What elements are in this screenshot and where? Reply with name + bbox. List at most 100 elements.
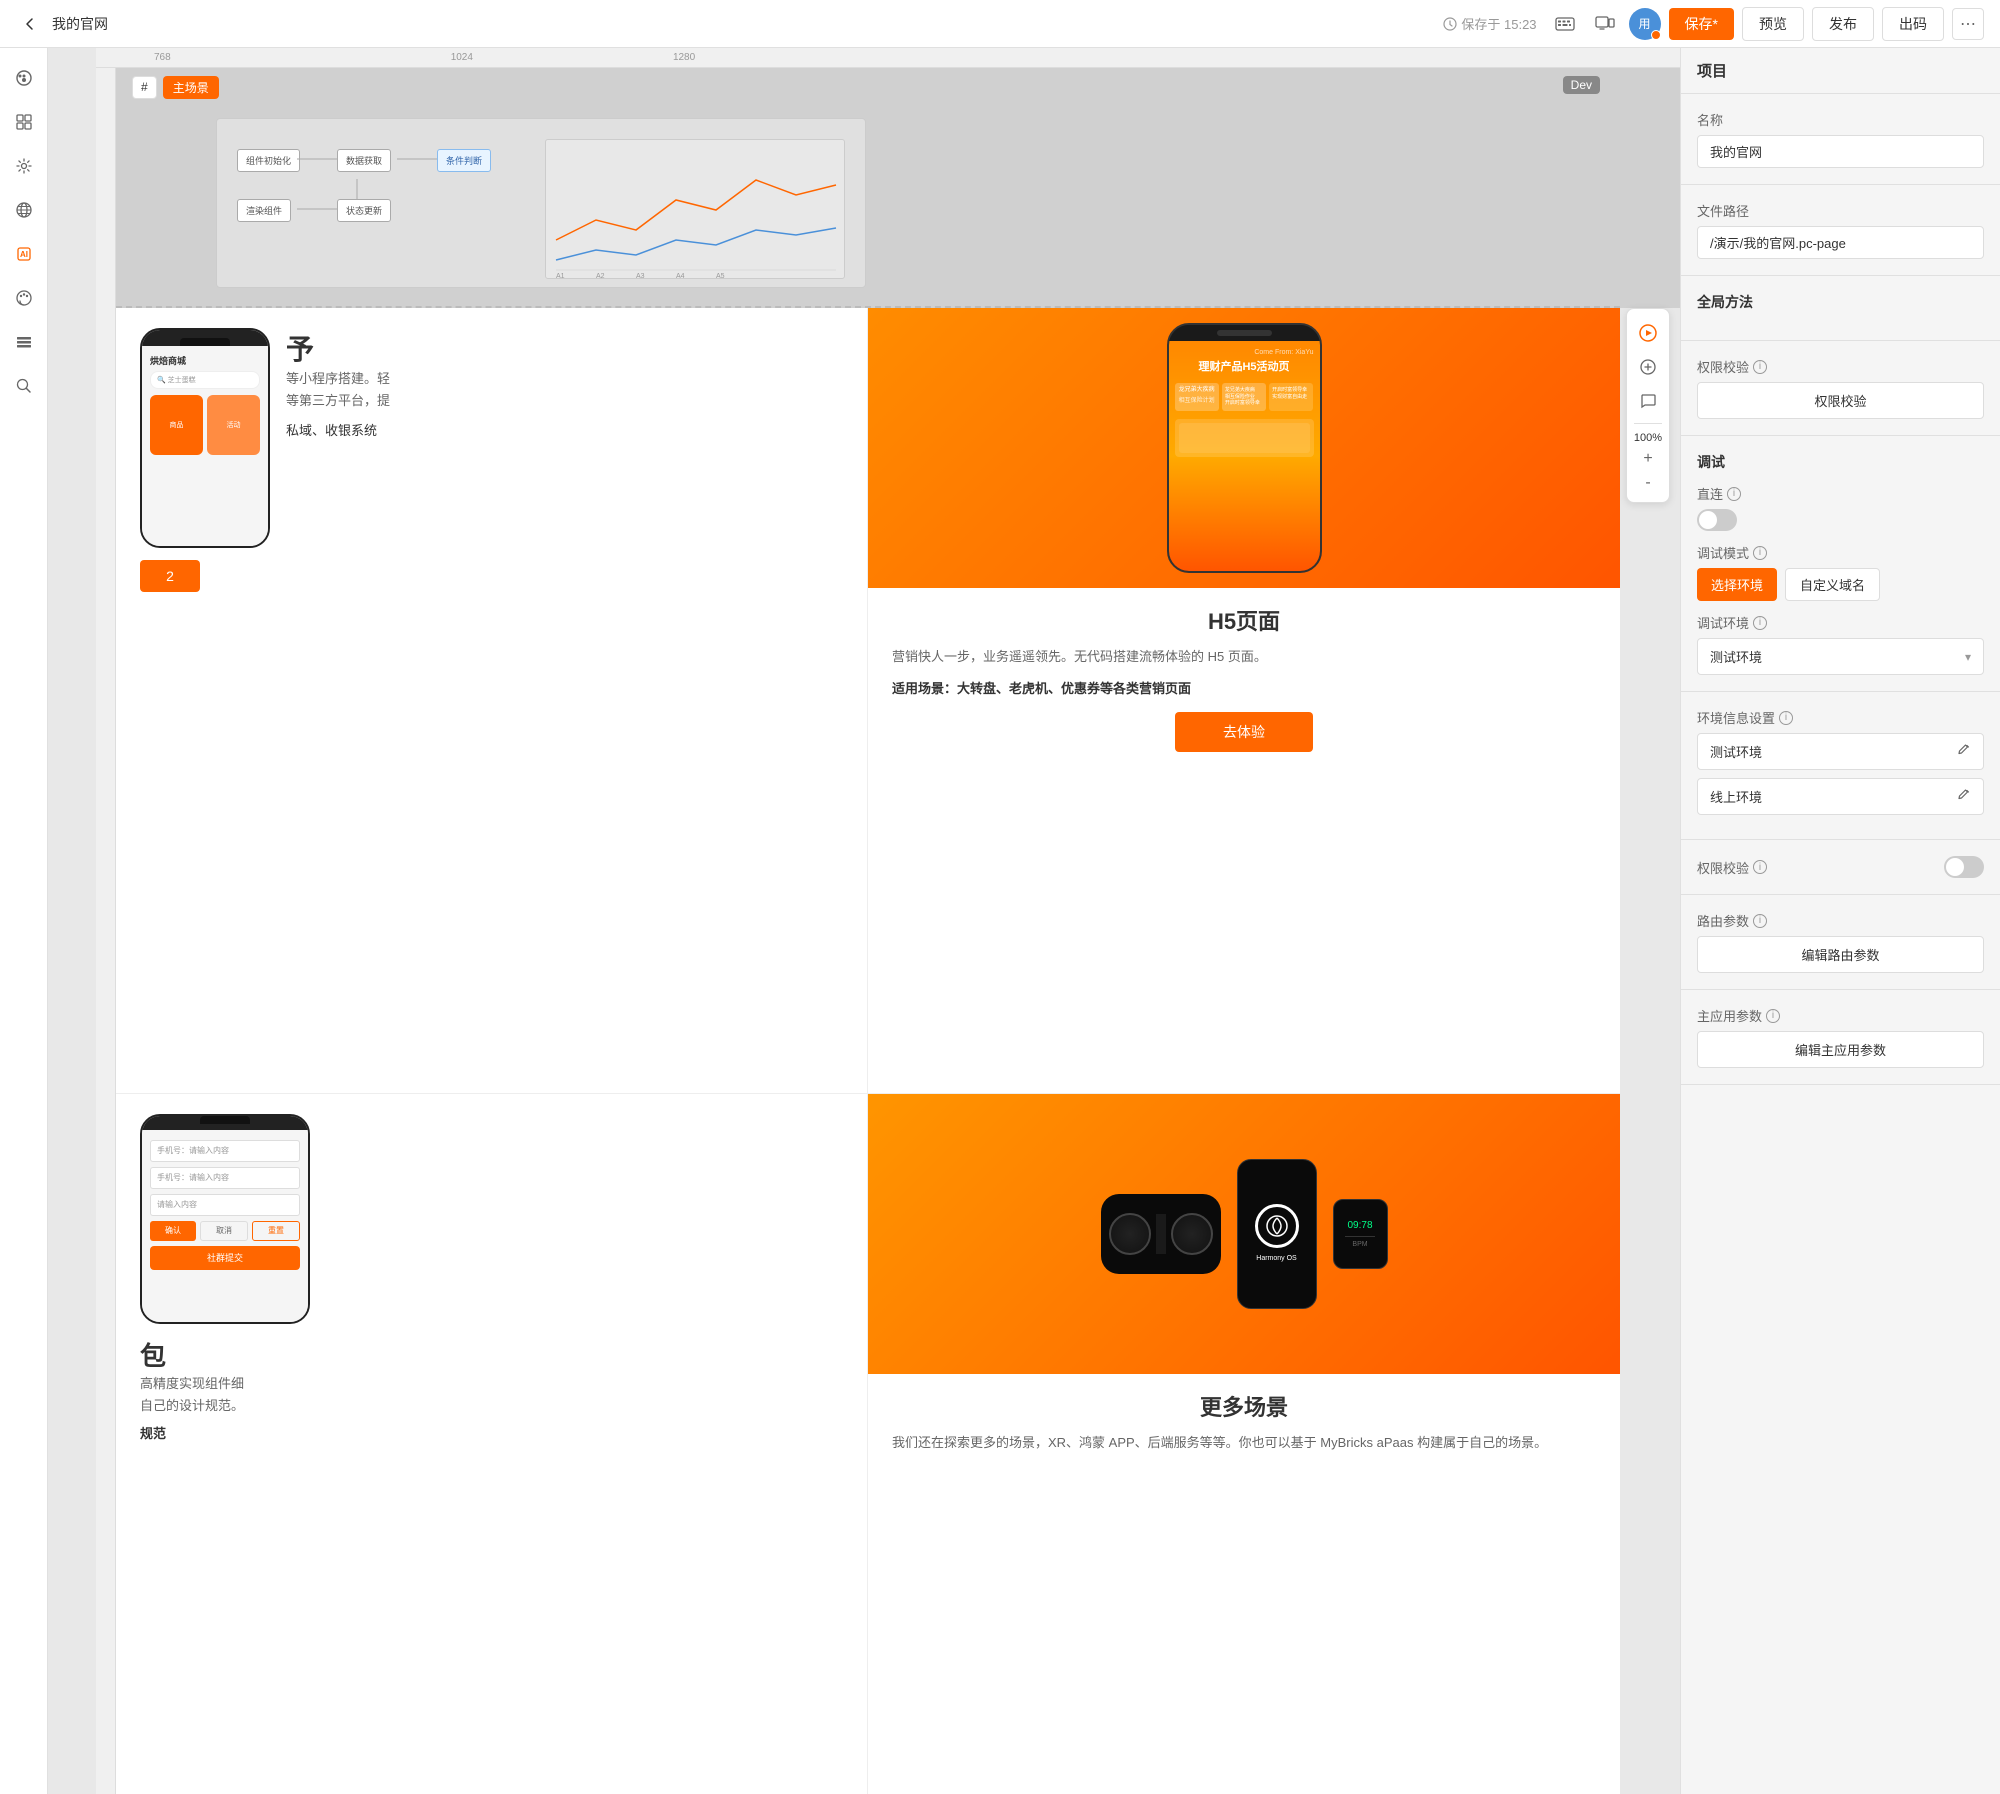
save-time: 保存于 15:23 <box>1443 14 1536 33</box>
float-toolbar: 100% + - <box>1626 308 1670 503</box>
zoom-label: 100% <box>1632 430 1664 446</box>
h5-scenarios: 适用场景：大转盘、老虎机、优惠券等各类营销页面 <box>892 678 1596 700</box>
mini-text: 予 等小程序搭建。轻 等第三方平台，提 私域、收银系统 <box>286 328 843 548</box>
name-label: 名称 <box>1697 110 1984 129</box>
smart-watch: 09:78 BPM <box>1333 1199 1388 1269</box>
h5-phone: Come From: XiaYu 理财产品H5活动页 龙兄弟大疾病 相互保险计划… <box>1167 323 1322 573</box>
sidebar-icon-layers[interactable] <box>6 324 42 360</box>
mini-btn-partial[interactable]: 2 <box>140 560 200 592</box>
select-arrow-icon: ▾ <box>1965 650 1971 664</box>
avatar[interactable]: 用 <box>1629 8 1661 40</box>
h5-text-content: H5页面 营销快人一步，业务遥遥领先。无代码搭建流畅体验的 H5 页面。 适用场… <box>868 588 1620 768</box>
form-btn-ok[interactable]: 确认 <box>150 1221 196 1241</box>
vr-lens-right <box>1171 1213 1213 1255</box>
env-test-edit-icon[interactable] <box>1957 743 1971 760</box>
publish-button[interactable]: 发布 <box>1812 7 1874 41</box>
section-path: 文件路径 <box>1681 185 2000 276</box>
debug-mode-row: 调试模式 i 选择环境 自定义域名 <box>1697 543 1984 601</box>
canvas-top-section: # 主场景 组件初始化 数据获取 条件判断 渲染组件 状态更新 <box>116 68 1680 308</box>
toolbar-left: 我的官网 <box>16 10 1431 38</box>
path-input[interactable] <box>1697 226 1984 259</box>
svg-text:A4: A4 <box>676 273 685 280</box>
bp-chart: A1 A2 A3 A4 A5 <box>545 139 845 279</box>
h5-screen-content: Come From: XiaYu 理财产品H5活动页 龙兄弟大疾病 相互保险计划… <box>1169 341 1320 571</box>
section-debug: 调试 直连 i 调试模式 i 选择环境 自定义域名 <box>1681 436 2000 692</box>
form-btn-outline[interactable]: 重置 <box>252 1221 300 1241</box>
preview-button[interactable]: 预览 <box>1742 7 1804 41</box>
svg-text:A1: A1 <box>556 273 565 280</box>
watch-display: 09:78 <box>1347 1219 1372 1232</box>
float-btn-add[interactable] <box>1632 351 1664 383</box>
debug-mode-info-icon[interactable]: i <box>1753 546 1767 560</box>
section-permission: 权限校验 i 权限校验 <box>1681 341 2000 436</box>
permission2-info-icon[interactable]: i <box>1753 860 1767 874</box>
sidebar-icon-globe[interactable] <box>6 192 42 228</box>
keyboard-icon[interactable] <box>1549 8 1581 40</box>
h5-title: H5页面 <box>892 604 1596 636</box>
more-text-content: 更多场景 我们还在探索更多的场景，XR、鸿蒙 APP、后端服务等等。你也可以基于… <box>868 1374 1620 1470</box>
back-button[interactable] <box>16 10 44 38</box>
more-desc: 我们还在探索更多的场景，XR、鸿蒙 APP、后端服务等等。你也可以基于 MyBr… <box>892 1432 1596 1454</box>
debug-mode-buttons: 选择环境 自定义域名 <box>1697 568 1984 601</box>
float-btn-chat[interactable] <box>1632 385 1664 417</box>
ruler-left <box>96 68 116 1794</box>
debug-env-info-icon[interactable]: i <box>1753 616 1767 630</box>
permission-info-icon[interactable]: i <box>1753 360 1767 374</box>
svg-text:A5: A5 <box>716 273 725 280</box>
debug-env-select[interactable]: 测试环境 ▾ <box>1697 638 1984 675</box>
form-btn-cancel[interactable]: 取消 <box>200 1221 248 1241</box>
toolbar: 我的官网 保存于 15:23 <box>0 0 2000 48</box>
float-divider <box>1634 423 1662 424</box>
sidebar-icon-search[interactable] <box>6 368 42 404</box>
save-button[interactable]: 保存* <box>1669 8 1734 40</box>
direct-toggle[interactable] <box>1697 509 1737 531</box>
direct-label: 直连 i <box>1697 484 1984 503</box>
hash-tag: # <box>132 76 157 99</box>
harmony-logo-circle <box>1255 1204 1299 1248</box>
devices-icon[interactable] <box>1589 8 1621 40</box>
avatar-badge <box>1651 30 1661 40</box>
ruler-top: 768 1024 1280 <box>96 48 1680 68</box>
phone-top-bar <box>142 330 268 346</box>
permission-button[interactable]: 权限校验 <box>1697 382 1984 419</box>
zoom-minus[interactable]: - <box>1637 472 1658 494</box>
debug-btn-custom-domain[interactable]: 自定义域名 <box>1785 568 1880 601</box>
sidebar-icon-link[interactable] <box>6 60 42 96</box>
route-label: 路由参数 i <box>1697 911 1984 930</box>
sidebar-icon-component[interactable] <box>6 104 42 140</box>
dev-badge: Dev <box>1563 76 1600 94</box>
permission2-toggle[interactable] <box>1944 856 1984 878</box>
mini-scenarios: 私域、收银系统 <box>286 420 843 439</box>
env-info-icon[interactable]: i <box>1779 711 1793 725</box>
main-app-btn[interactable]: 编辑主应用参数 <box>1697 1031 1984 1068</box>
card-component: 手机号：请输入内容 手机号：请输入内容 请输入内容 确认 取消 <box>116 1094 868 1794</box>
sidebar-icon-gear[interactable] <box>6 148 42 184</box>
route-btn[interactable]: 编辑路由参数 <box>1697 936 1984 973</box>
svg-text:A3: A3 <box>636 273 645 280</box>
env-test-item: 测试环境 <box>1697 733 1984 770</box>
direct-info-icon[interactable]: i <box>1727 487 1741 501</box>
debug-btn-select-env[interactable]: 选择环境 <box>1697 568 1777 601</box>
harmony-phone: Harmony OS <box>1237 1159 1317 1309</box>
sidebar-icon-ai[interactable]: AI <box>6 236 42 272</box>
code-button[interactable]: 出码 <box>1882 7 1944 41</box>
path-label: 文件路径 <box>1697 201 1984 220</box>
harmony-logo <box>1265 1214 1289 1238</box>
main-app-info-icon[interactable]: i <box>1766 1009 1780 1023</box>
name-input[interactable] <box>1697 135 1984 168</box>
section-route: 路由参数 i 编辑路由参数 <box>1681 895 2000 990</box>
zoom-plus[interactable]: + <box>1635 448 1660 470</box>
ruler-mark-1024: 1024 <box>451 52 473 63</box>
route-info-icon[interactable]: i <box>1753 914 1767 928</box>
float-btn-play[interactable] <box>1632 317 1664 349</box>
more-button[interactable]: ⋯ <box>1952 8 1984 40</box>
component-title-partial: 包 <box>140 1336 843 1373</box>
ruler-mark-768: 768 <box>154 52 171 63</box>
env-online-edit-icon[interactable] <box>1957 788 1971 805</box>
form-submit[interactable]: 社群提交 <box>150 1246 300 1270</box>
h5-cta-btn[interactable]: 去体验 <box>1175 712 1313 752</box>
section-name: 名称 <box>1681 94 2000 185</box>
more-illustration: Harmony OS 09:78 BPM <box>868 1094 1620 1374</box>
direct-connect-row: 直连 i <box>1697 484 1984 531</box>
sidebar-icon-palette[interactable] <box>6 280 42 316</box>
